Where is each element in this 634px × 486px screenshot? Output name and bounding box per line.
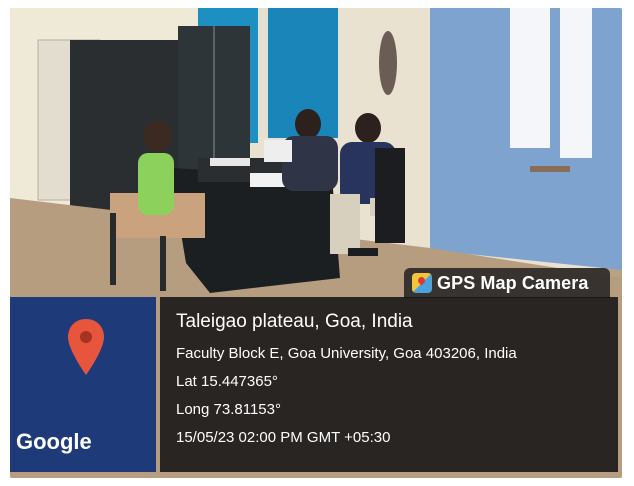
latitude: Lat 15.447365°: [176, 373, 278, 390]
badge-label: GPS Map Camera: [437, 272, 589, 293]
longitude: Long 73.81153°: [176, 401, 281, 418]
address-full: Faculty Block E, Goa University, Goa 403…: [176, 345, 517, 362]
timestamp: 15/05/23 02:00 PM GMT +05:30: [176, 429, 391, 446]
map-pin-icon: [68, 319, 104, 375]
address-title: Taleigao plateau, Goa, India: [176, 311, 413, 332]
map-thumbnail: Google: [10, 297, 156, 472]
google-logo-text: Google: [16, 429, 92, 454]
location-info-panel: Taleigao plateau, Goa, India Faculty Blo…: [160, 297, 618, 472]
gps-camera-badge: GPS Map Camera: [404, 268, 610, 298]
gps-map-camera-icon: [412, 273, 432, 293]
